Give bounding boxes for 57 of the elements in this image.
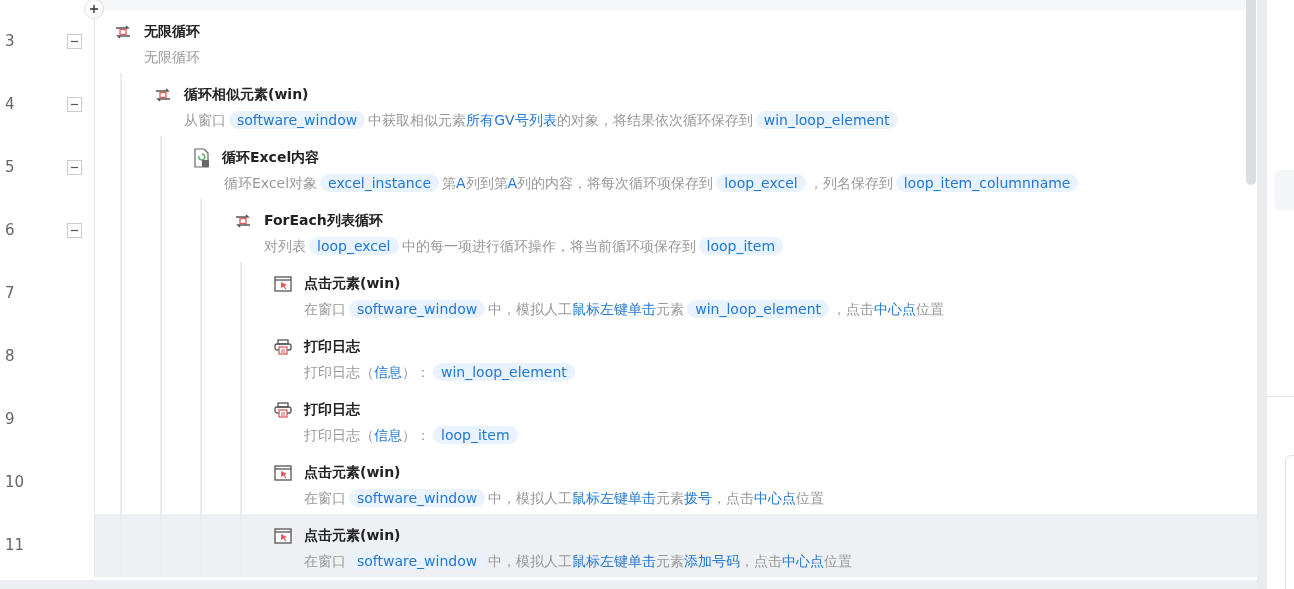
step-description: 打印日志（信息）： win_loop_element (304, 360, 578, 384)
line-number: 3 (4, 31, 16, 53)
step-row[interactable]: 点击元素(win) 在窗口 software_window 中，模拟人工鼠标左键单击元素添加号码，点击中心点位置 (94, 514, 1257, 577)
variable-chip: loop_item_columnname (895, 174, 1079, 192)
variable-chip: excel_instance (320, 174, 439, 192)
plus-icon (89, 4, 99, 14)
window-cursor-icon (274, 464, 292, 481)
variable-chip: win_loop_element (687, 300, 830, 318)
step-description: 在窗口 software_window 中，模拟人工鼠标左键单击元素拨号，点击中心点位置 (304, 488, 825, 509)
step-description: 在窗口 software_window 中，模拟人工鼠标左键单击元素 win_loop_element ，点击中心点位置 (304, 299, 945, 320)
loop-icon (154, 86, 172, 103)
step-description: 对列表 loop_excel 中的每一项进行循环操作，将当前循环项保存到 loop_item (264, 234, 787, 258)
collapse-button[interactable] (67, 223, 82, 238)
step-title: 点击元素(win) (304, 274, 401, 293)
step-title: ForEach列表循环 (264, 211, 383, 230)
line-number: 7 (4, 283, 16, 305)
step-description: 在窗口 software_window 中，模拟人工鼠标左键单击元素添加号码，点击中心点位置 (304, 551, 853, 572)
window-cursor-icon (274, 275, 292, 292)
spreadsheet-file-icon (194, 147, 210, 168)
variable-chip: win_loop_element (433, 363, 575, 381)
variable-chip: software_window (349, 300, 486, 318)
step-title: 打印日志 (304, 400, 360, 419)
variable-chip: loop_excel (309, 237, 399, 255)
line-number: 10 (4, 472, 26, 494)
step-title: 打印日志 (304, 337, 360, 356)
collapse-button[interactable] (67, 97, 82, 112)
printer-icon (274, 338, 292, 355)
step-description: 循环Excel对象 excel_instance 第A列到第A列的内容，将每次循环项保存到 loop_excel ，列名保存到 loop_item_columnname (224, 171, 1082, 195)
line-number: 9 (4, 409, 16, 431)
line-number: 4 (4, 94, 16, 116)
variable-chip: software_window (349, 552, 486, 570)
scrollbar-thumb[interactable] (1246, 0, 1256, 185)
variable-chip: software_window (349, 489, 486, 507)
add-button[interactable] (84, 0, 104, 19)
window-cursor-icon (274, 527, 292, 544)
step-title: 无限循环 (144, 22, 200, 41)
step-title: 循环相似元素(win) (184, 85, 309, 104)
step-title: 点击元素(win) (304, 526, 401, 545)
printer-icon (274, 401, 292, 418)
variable-chip: win_loop_element (755, 111, 898, 129)
step-title: 循环Excel内容 (222, 148, 320, 167)
step-description: 无限循环 (144, 48, 200, 67)
variable-chip: loop_item (433, 426, 518, 444)
line-number: 5 (4, 157, 16, 179)
variable-chip: loop_item (698, 237, 784, 255)
variable-chip: software_window (229, 111, 366, 129)
collapse-button[interactable] (67, 160, 82, 175)
line-number: 6 (4, 220, 16, 242)
step-description: 从窗口 software_window 中获取相似元素所有GV号列表的对象，将结果依次循环保存到 win_loop_element (184, 108, 901, 132)
line-number: 11 (4, 535, 26, 557)
step-description: 打印日志（信息）： loop_item (304, 423, 521, 447)
loop-icon (234, 212, 252, 229)
loop-icon (114, 23, 132, 40)
step-title: 点击元素(win) (304, 463, 401, 482)
variable-chip: loop_excel (716, 174, 806, 192)
line-number: 8 (4, 346, 16, 368)
collapse-button[interactable] (67, 34, 82, 49)
